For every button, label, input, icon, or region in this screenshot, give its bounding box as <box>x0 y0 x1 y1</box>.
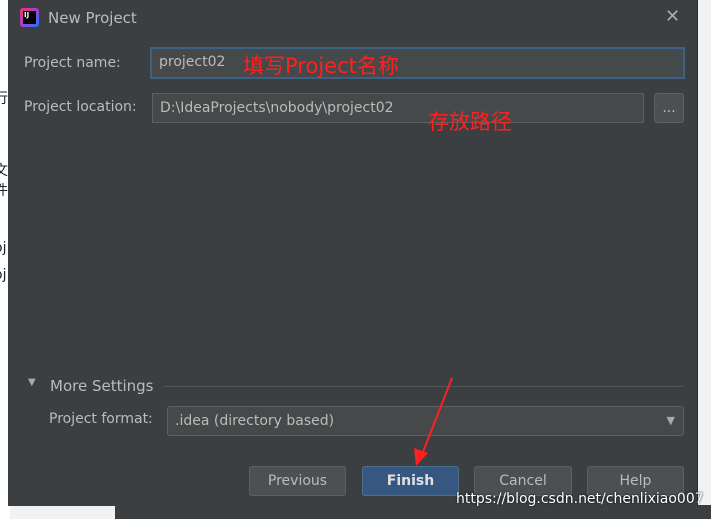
annotation-arrow <box>414 377 453 466</box>
watermark: https://blog.csdn.net/chenlixiao007 <box>456 491 704 507</box>
